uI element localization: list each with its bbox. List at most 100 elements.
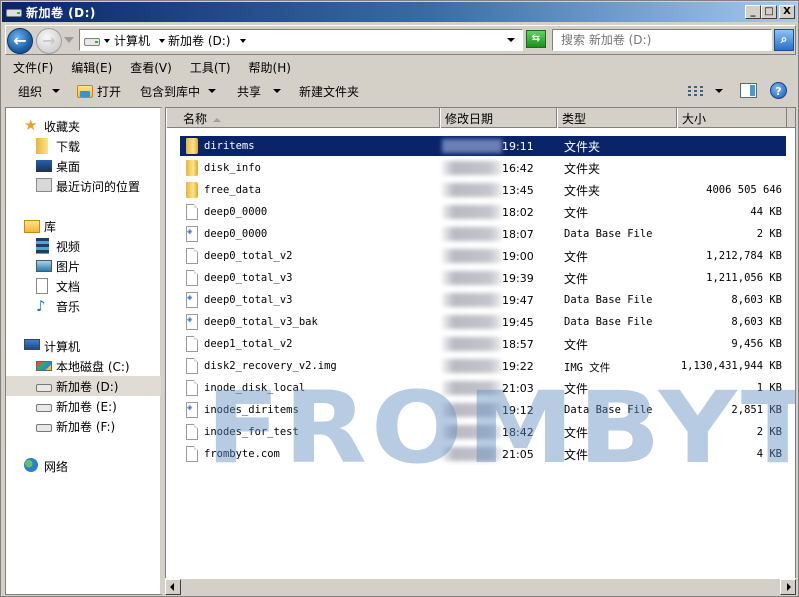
organize-dropdown-icon[interactable]: [52, 89, 60, 93]
file-time: 16:42: [502, 162, 534, 175]
file-row[interactable]: inodes_for_test 18:42 文件 2 KB: [180, 422, 786, 442]
file-date-blurred: [442, 205, 502, 219]
file-name: inodes_diritems: [204, 404, 299, 416]
file-time: 19:00: [502, 250, 534, 263]
breadcrumb-drive-d[interactable]: 新加卷 (D:): [168, 32, 230, 49]
address-bar[interactable]: 计算机 新加卷 (D:): [79, 29, 523, 51]
recent-pages-dropdown[interactable]: [64, 37, 74, 43]
navigation-pane: ★ 收藏夹 下载 桌面 最近访问的位置 库 视频 图片 文档 ♪ 音乐 计算机 …: [5, 107, 163, 595]
share-button[interactable]: 共享: [237, 83, 261, 100]
menu-edit[interactable]: 编辑(E): [63, 57, 120, 77]
file-time: 19:22: [502, 360, 534, 373]
file-row[interactable]: deep0_total_v3 19:47 Data Base File 8,603 K…: [180, 290, 786, 310]
breadcrumb-separator[interactable]: [159, 39, 165, 43]
file-row[interactable]: inode_disk_local 21:03 文件 1 KB: [180, 378, 786, 398]
desktop-icon: [36, 160, 52, 172]
nav-item-label: 图片: [56, 260, 81, 274]
view-dropdown-icon[interactable]: [715, 89, 723, 93]
file-date-blurred: [442, 161, 502, 175]
include-in-library-button[interactable]: 包含到库中: [140, 83, 200, 100]
column-header-size[interactable]: 大小: [677, 108, 787, 128]
file-date-blurred: [442, 183, 502, 197]
share-dropdown-icon[interactable]: [273, 89, 281, 93]
file-type: 文件: [564, 448, 589, 462]
file-time: 19:39: [502, 272, 534, 285]
drive-icon: [6, 9, 22, 17]
computer-icon: [24, 339, 40, 350]
downloads-icon: [36, 138, 48, 154]
column-header-date[interactable]: 修改日期: [440, 108, 557, 128]
file-row[interactable]: deep0_total_v3_bak 19:45 Data Base File 8,6…: [180, 312, 786, 332]
column-header-type[interactable]: 类型: [557, 108, 677, 128]
nav-computer-label: 计算机: [44, 340, 81, 354]
file-row[interactable]: frombyte.com 21:05 文件 4 KB: [180, 444, 786, 464]
menu-view[interactable]: 查看(V): [122, 57, 180, 77]
file-row[interactable]: deep0_0000 18:02 文件 44 KB: [180, 202, 786, 222]
file-row[interactable]: inodes_diritems 19:12 Data Base File 2,851 …: [180, 400, 786, 420]
file-row[interactable]: free_data 13:45 文件夹 4006 505 646: [180, 180, 786, 200]
file-row[interactable]: disk2_recovery_v2.img 19:22 IMG 文件 1,130,43…: [180, 356, 786, 376]
file-name: deep0_total_v2: [204, 250, 293, 262]
menu-bar: 文件(F) 编辑(E) 查看(V) 工具(T) 帮助(H): [5, 57, 301, 77]
address-dropdown[interactable]: [507, 38, 515, 42]
recent-places-icon: [36, 178, 52, 192]
search-input[interactable]: [561, 31, 771, 49]
scroll-right-button[interactable]: [780, 579, 796, 595]
file-size: 1 KB: [756, 382, 782, 394]
file-time: 18:57: [502, 338, 534, 351]
file-icon: [186, 248, 198, 264]
file-icon: [186, 358, 198, 374]
file-size: 8,603 KB: [731, 294, 782, 306]
forward-button[interactable]: →: [36, 28, 62, 54]
back-button[interactable]: ←: [7, 28, 33, 54]
breadcrumb-separator[interactable]: [104, 39, 110, 43]
minimize-button[interactable]: _: [745, 5, 761, 19]
help-icon[interactable]: ?: [770, 82, 787, 99]
refresh-button[interactable]: ⇆: [526, 30, 546, 48]
horizontal-scrollbar[interactable]: [165, 578, 796, 595]
menu-tools[interactable]: 工具(T): [182, 57, 239, 77]
file-size: 2 KB: [756, 228, 782, 240]
network-icon: [24, 458, 38, 472]
file-size: 2,851 KB: [731, 404, 782, 416]
new-folder-button[interactable]: 新建文件夹: [299, 83, 359, 100]
nav-item-drive-d[interactable]: 新加卷 (D:): [6, 376, 161, 396]
column-header-bar: 名称 修改日期 类型 大小: [166, 108, 795, 128]
maximize-button[interactable]: □: [761, 5, 777, 19]
music-note-icon: ♪: [36, 297, 46, 315]
search-button[interactable]: ⌕: [774, 29, 794, 51]
column-date-label: 修改日期: [445, 112, 494, 126]
nav-network-label: 网络: [44, 460, 69, 474]
column-size-label: 大小: [682, 112, 707, 126]
nav-item-label: 本地磁盘 (C:): [56, 360, 130, 374]
preview-pane-icon[interactable]: [740, 83, 757, 98]
column-header-name[interactable]: 名称: [166, 108, 440, 128]
close-button[interactable]: X: [779, 5, 795, 19]
file-type: 文件: [564, 338, 589, 352]
file-size: 4006 505 646: [706, 184, 782, 196]
file-row[interactable]: deep1_total_v2 18:57 文件 9,456 KB: [180, 334, 786, 354]
search-box[interactable]: [552, 29, 772, 51]
breadcrumb-separator[interactable]: [240, 39, 246, 43]
file-name: disk_info: [204, 162, 261, 174]
open-button[interactable]: 打开: [97, 83, 121, 100]
file-row[interactable]: disk_info 16:42 文件夹: [180, 158, 786, 178]
change-view-icon[interactable]: [688, 84, 704, 98]
file-row[interactable]: diritems 19:11 文件夹: [180, 136, 786, 156]
file-row[interactable]: deep0_total_v2 19:00 文件 1,212,784 KB: [180, 246, 786, 266]
file-name: inode_disk_local: [204, 382, 306, 394]
file-name: free_data: [204, 184, 261, 196]
file-row[interactable]: deep0_total_v3 19:39 文件 1,211,056 KB: [180, 268, 786, 288]
file-row[interactable]: deep0_0000 18:07 Data Base File 2 KB: [180, 224, 786, 244]
scroll-left-button[interactable]: [165, 579, 181, 595]
library-icon: [24, 220, 40, 233]
breadcrumb-computer[interactable]: 计算机: [114, 32, 150, 49]
menu-file[interactable]: 文件(F): [5, 57, 61, 77]
file-name: deep0_0000: [204, 206, 268, 218]
folder-icon: [186, 138, 198, 154]
include-library-dropdown-icon[interactable]: [208, 89, 216, 93]
nav-item-label: 新加卷 (E:): [56, 400, 117, 414]
title-bar[interactable]: 新加卷 (D:) _ □ X: [2, 2, 797, 22]
organize-button[interactable]: 组织: [18, 83, 42, 100]
menu-help[interactable]: 帮助(H): [241, 57, 299, 77]
